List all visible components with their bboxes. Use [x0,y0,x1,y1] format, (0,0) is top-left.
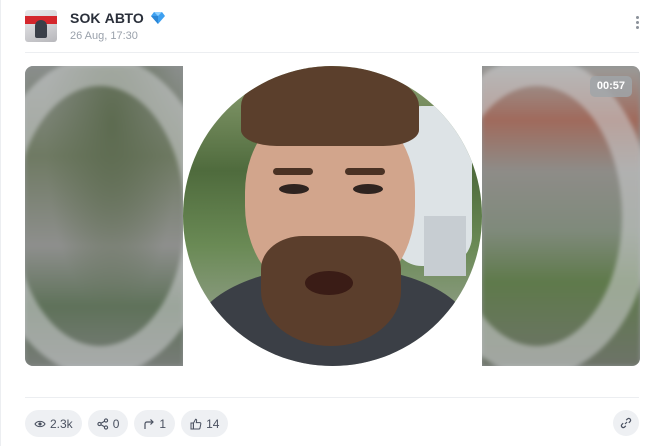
reactions-stat[interactable]: 14 [181,410,229,437]
eye-icon [34,420,46,427]
channel-avatar[interactable] [25,10,57,42]
shares-count: 0 [112,416,120,431]
channel-name[interactable]: SOK АВТО [70,10,144,26]
link-icon [620,417,632,429]
video-person-mouth [305,271,353,295]
shares-stat[interactable]: 0 [87,410,129,437]
round-video-thumbnail[interactable] [183,66,482,366]
thumbs-up-icon [190,418,202,429]
forwards-count: 1 [159,416,167,431]
post-date: 26 Aug, 17:30 [70,30,138,42]
video-blur-left [25,66,215,366]
video-person-brow [273,168,313,175]
video-person-eye [279,184,309,194]
video-player[interactable]: 00:57 [25,66,640,366]
video-frame [183,66,482,366]
post-header: SOK АВТО 26 Aug, 17:30 [25,8,649,48]
video-person-brow [345,168,385,175]
post-stats: 2.3k 0 1 14 [25,410,229,437]
divider [25,52,639,53]
share-icon [97,417,108,430]
video-person-eye [353,184,383,194]
video-duration-badge: 00:57 [589,76,632,97]
reactions-count: 14 [206,416,220,431]
views-stat[interactable]: 2.3k [25,410,82,437]
video-blur-right [422,66,640,366]
forward-arrow-icon [144,418,155,429]
forwards-stat[interactable]: 1 [134,410,176,437]
video-person-hair [241,66,419,146]
vertical-dots-icon[interactable] [631,14,643,34]
copy-link-button[interactable] [613,410,639,436]
views-count: 2.3k [50,416,73,431]
divider [25,397,639,398]
post-card: SOK АВТО 26 Aug, 17:30 00:57 2.3k 0 1 14 [0,0,661,446]
avatar-figure [35,20,47,38]
video-background-building [424,216,466,276]
diamond-icon [151,12,165,24]
